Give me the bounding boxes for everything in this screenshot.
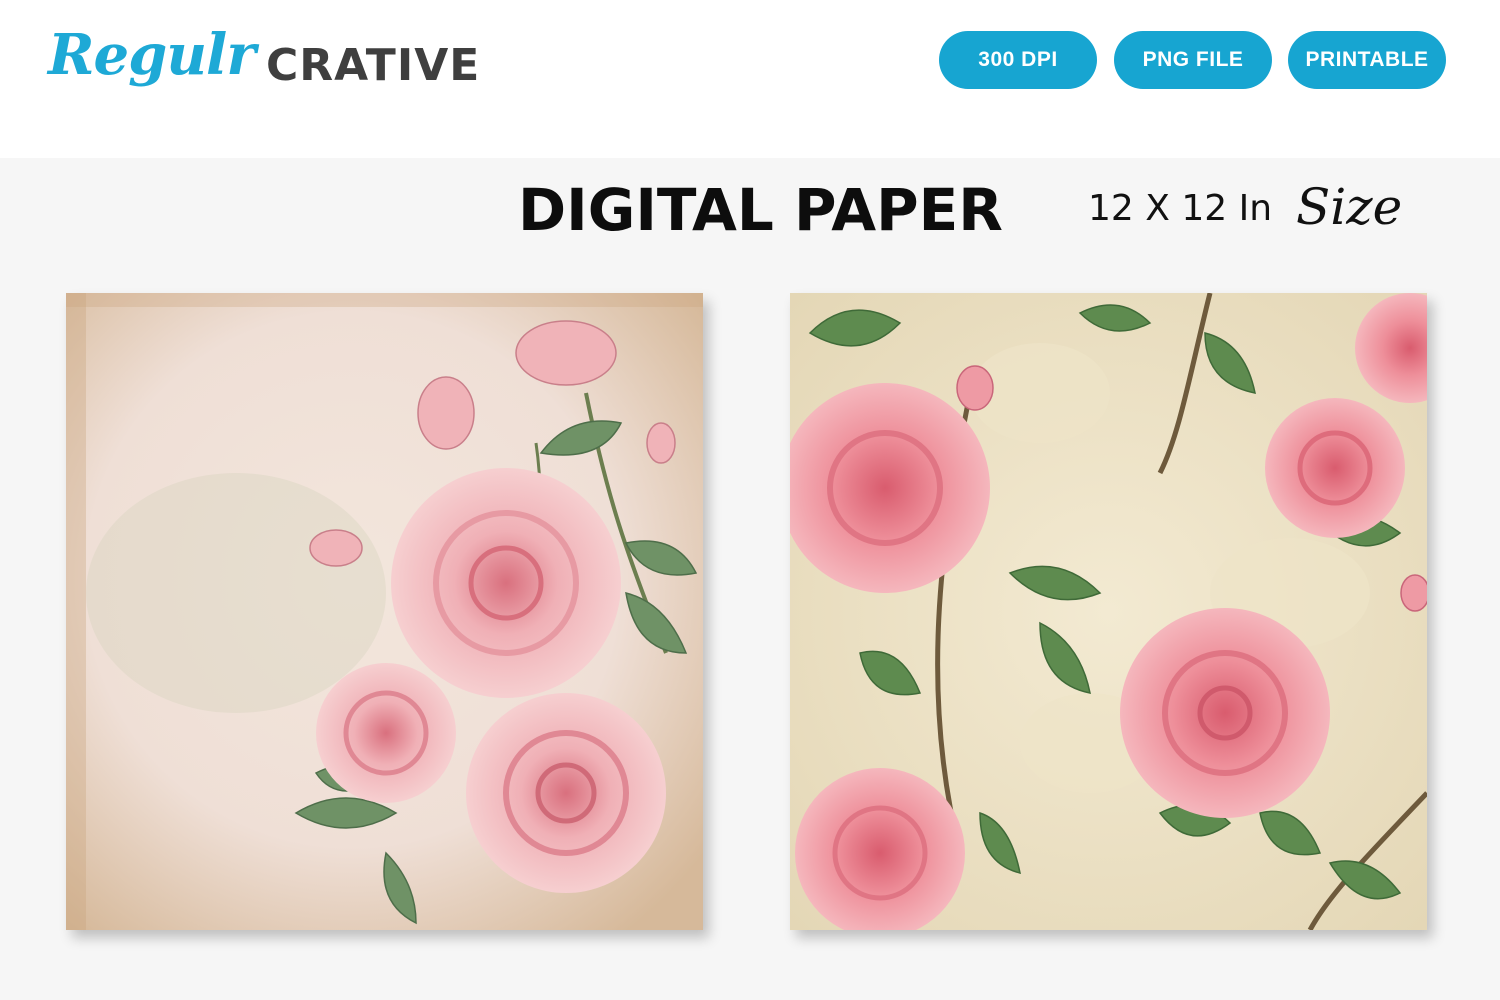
size-script-label: Size [1296,178,1403,236]
rose-pattern-illustration [790,293,1427,930]
digital-paper-preview-2 [790,293,1427,930]
size-label: 12 X 12 In [1088,188,1273,229]
badge-file-type: PNG FILE [1114,31,1272,89]
header-bar: Regulr CRATIVE 300 DPI PNG FILE PRINTABL… [0,0,1500,158]
badge-dpi: 300 DPI [939,31,1097,89]
badge-printable: PRINTABLE [1288,31,1446,89]
digital-paper-preview-1 [66,293,703,930]
feature-badges: 300 DPI PNG FILE PRINTABLE [0,31,1500,89]
rose-bouquet-illustration [66,293,703,930]
page-title: DIGITAL PAPER [518,176,1003,244]
